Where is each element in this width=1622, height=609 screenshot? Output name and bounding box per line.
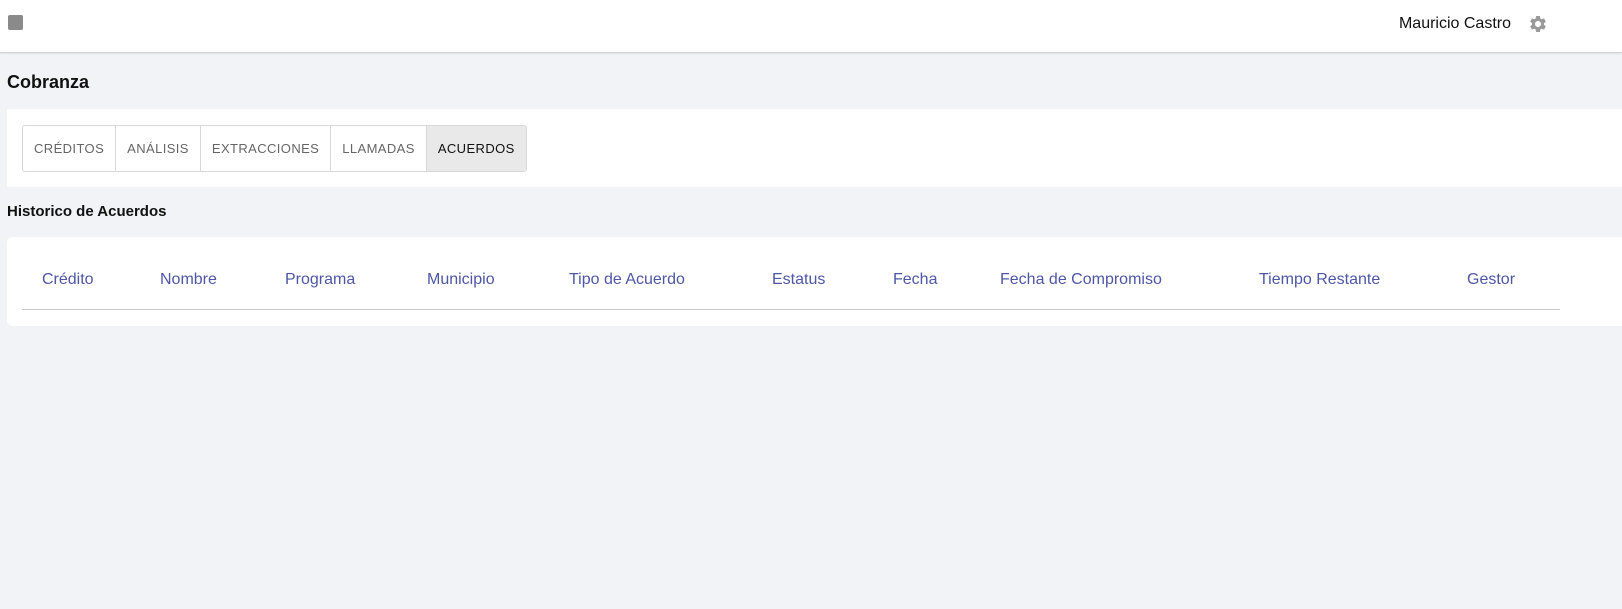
page-title: Cobranza (7, 72, 90, 92)
tab-bar: CRÉDITOS ANÁLISIS EXTRACCIONES LLAMADAS … (22, 125, 527, 172)
user-name[interactable]: Mauricio Castro (1399, 15, 1511, 33)
gear-icon[interactable] (1528, 14, 1548, 34)
column-header-programa[interactable]: Programa (285, 271, 355, 289)
column-header-municipio[interactable]: Municipio (427, 271, 495, 289)
section-title: Historico de Acuerdos (7, 203, 167, 220)
column-header-credito[interactable]: Crédito (42, 271, 94, 289)
column-header-tipo-de-acuerdo[interactable]: Tipo de Acuerdo (569, 271, 685, 289)
column-header-fecha[interactable]: Fecha (893, 271, 937, 289)
tab-llamadas[interactable]: LLAMADAS (331, 126, 427, 171)
column-header-fecha-de-compromiso[interactable]: Fecha de Compromiso (1000, 271, 1162, 289)
top-bar: Mauricio Castro (0, 0, 1622, 53)
column-header-estatus[interactable]: Estatus (772, 271, 825, 289)
agreements-table: Crédito Nombre Programa Municipio Tipo d… (7, 237, 1622, 326)
column-header-gestor[interactable]: Gestor (1467, 271, 1515, 289)
table-header: Crédito Nombre Programa Municipio Tipo d… (22, 237, 1560, 310)
column-header-tiempo-restante[interactable]: Tiempo Restante (1259, 271, 1380, 289)
tab-creditos[interactable]: CRÉDITOS (23, 126, 117, 171)
tab-extracciones[interactable]: EXTRACCIONES (201, 126, 332, 171)
tab-analisis[interactable]: ANÁLISIS (116, 126, 201, 171)
column-header-nombre[interactable]: Nombre (160, 271, 217, 289)
tab-acuerdos[interactable]: ACUERDOS (426, 126, 526, 171)
tabs-panel: CRÉDITOS ANÁLISIS EXTRACCIONES LLAMADAS … (7, 109, 1622, 187)
menu-toggle-icon[interactable] (8, 15, 23, 30)
